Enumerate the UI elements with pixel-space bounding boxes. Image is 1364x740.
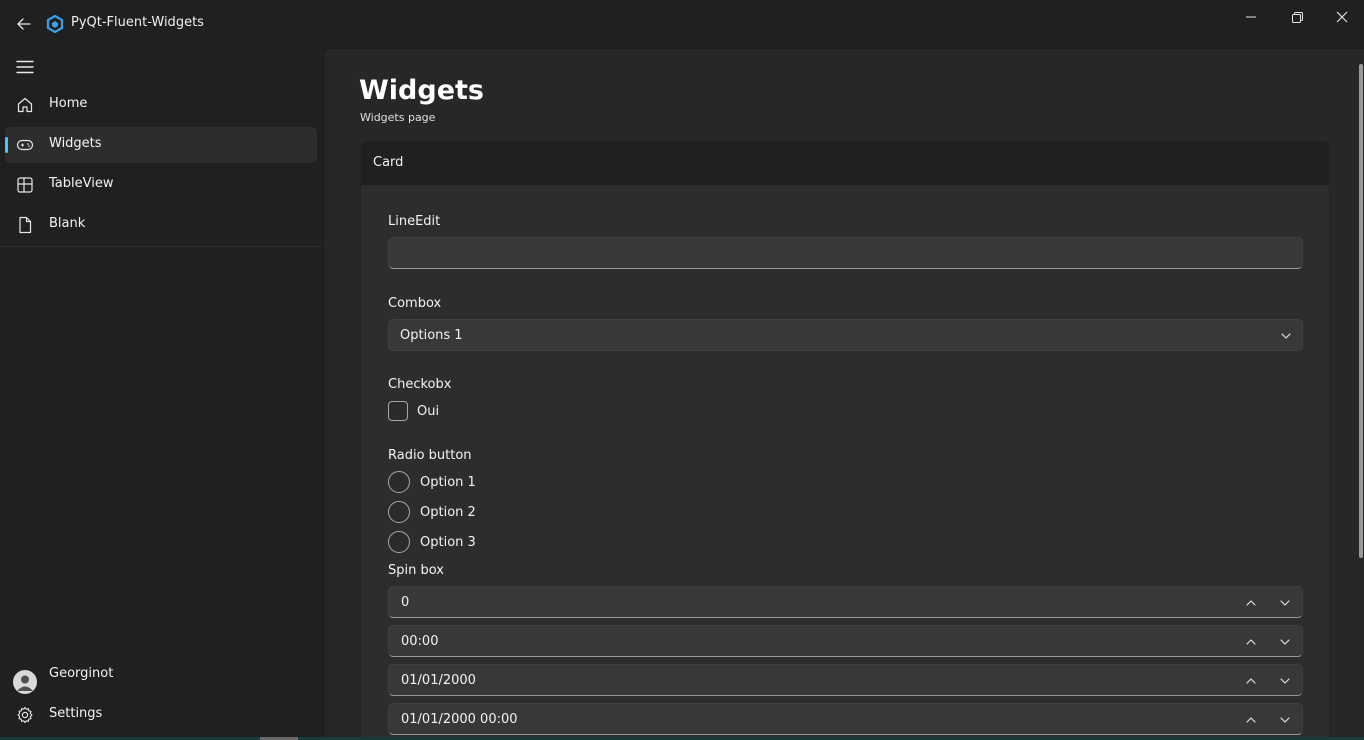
close-button[interactable] — [1319, 0, 1364, 34]
checkbox-label: Oui — [417, 403, 440, 419]
spinbox-section-label: Spin box — [388, 563, 444, 578]
content-area: Widgets Widgets page Card LineEdit Combo… — [323, 48, 1364, 740]
sidebar-item-settings[interactable]: Settings — [5, 697, 317, 733]
minimize-button[interactable] — [1228, 0, 1274, 34]
sidebar-divider — [0, 246, 322, 247]
home-icon — [16, 96, 34, 114]
selection-indicator — [5, 137, 8, 153]
sidebar-item-label: Blank — [49, 216, 86, 231]
arrow-left-icon — [17, 18, 31, 30]
sidebar-item-home[interactable]: Home — [5, 87, 317, 123]
back-button[interactable] — [10, 10, 38, 38]
sidebar-item-blank[interactable]: Blank — [5, 207, 317, 243]
chevron-up-icon[interactable] — [1244, 596, 1258, 610]
radio-label: Option 2 — [420, 504, 476, 520]
date-spinbox[interactable]: 01/01/2000 — [388, 664, 1303, 696]
chevron-up-icon[interactable] — [1244, 635, 1258, 649]
sidebar-item-widgets[interactable]: Widgets — [5, 127, 317, 163]
radio-circle[interactable] — [388, 531, 410, 553]
chevron-up-icon[interactable] — [1244, 674, 1258, 688]
sidebar-item-label: Home — [49, 96, 88, 111]
restore-button[interactable] — [1274, 0, 1320, 34]
spinbox-value: 0 — [401, 595, 410, 610]
vertical-scrollbar[interactable] — [1359, 64, 1363, 558]
card-header: Card — [361, 142, 1329, 185]
oui-checkbox[interactable]: Oui — [388, 400, 439, 422]
radio-label: Option 1 — [420, 474, 476, 490]
checkbox-section-label: Checkobx — [388, 377, 452, 392]
widgets-card: Card LineEdit Combox Options 1 Checkobx … — [360, 141, 1330, 740]
sidebar-item-label: TableView — [49, 176, 114, 191]
restore-icon — [1291, 11, 1303, 23]
integer-spinbox[interactable]: 0 — [388, 586, 1303, 618]
chevron-down-icon[interactable] — [1278, 596, 1292, 610]
datetime-spinbox[interactable]: 01/01/2000 00:00 — [388, 703, 1303, 735]
spinbox-value: 01/01/2000 00:00 — [401, 712, 518, 727]
checkbox-box[interactable] — [388, 401, 408, 421]
combobox-value: Options 1 — [400, 328, 463, 343]
table-icon — [16, 176, 34, 194]
radio-label: Option 3 — [420, 534, 476, 550]
combobox-label: Combox — [388, 296, 442, 311]
chevron-down-icon — [1281, 333, 1291, 339]
radio-circle[interactable] — [388, 501, 410, 523]
radio-section-label: Radio button — [388, 448, 472, 463]
radio-circle[interactable] — [388, 471, 410, 493]
line-edit-input[interactable] — [388, 237, 1303, 269]
close-icon — [1336, 11, 1348, 23]
sidebar-item-label: Settings — [49, 706, 103, 721]
gamepad-icon — [16, 136, 34, 154]
sidebar-item-label: Georginot — [49, 666, 114, 681]
app-logo-icon — [46, 15, 64, 33]
hamburger-icon — [16, 60, 34, 74]
chevron-down-icon[interactable] — [1278, 674, 1292, 688]
page-subtitle: Widgets page — [360, 111, 436, 124]
title-bar: PyQt-Fluent-Widgets — [0, 0, 1364, 48]
app-title: PyQt-Fluent-Widgets — [71, 15, 204, 30]
navigation-sidebar: Home Widgets TableView Blank Georginot S… — [0, 48, 322, 740]
radio-option-3[interactable]: Option 3 — [388, 531, 476, 553]
options-combobox[interactable]: Options 1 — [388, 319, 1303, 351]
lineedit-label: LineEdit — [388, 214, 441, 229]
radio-option-2[interactable]: Option 2 — [388, 501, 476, 523]
page-title: Widgets — [359, 75, 484, 106]
menu-toggle-button[interactable] — [10, 52, 40, 82]
sidebar-item-tableview[interactable]: TableView — [5, 167, 317, 203]
avatar — [13, 670, 37, 694]
spinbox-value: 00:00 — [401, 634, 439, 649]
time-spinbox[interactable]: 00:00 — [388, 625, 1303, 657]
gear-icon — [16, 706, 34, 724]
chevron-down-icon[interactable] — [1278, 635, 1292, 649]
spinbox-value: 01/01/2000 — [401, 673, 476, 688]
chevron-down-icon[interactable] — [1278, 713, 1292, 727]
sidebar-item-account[interactable]: Georginot — [5, 657, 317, 694]
document-icon — [16, 216, 34, 234]
sidebar-item-label: Widgets — [49, 136, 102, 151]
chevron-up-icon[interactable] — [1244, 713, 1258, 727]
radio-option-1[interactable]: Option 1 — [388, 471, 476, 493]
minimize-icon — [1246, 16, 1256, 18]
